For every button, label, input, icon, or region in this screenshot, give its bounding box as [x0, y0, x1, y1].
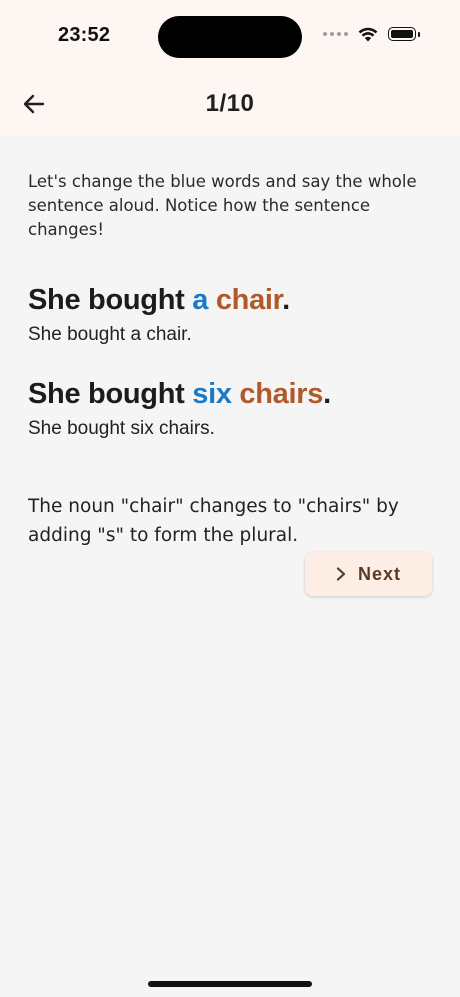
dynamic-island	[158, 16, 302, 58]
sentence-end: .	[323, 378, 331, 410]
battery-icon	[388, 27, 416, 41]
status-bar: 23:52	[0, 0, 460, 72]
sentence-end: .	[282, 284, 290, 316]
sentence-base: She bought	[28, 378, 193, 410]
status-icons	[323, 26, 420, 42]
wifi-icon	[358, 27, 378, 42]
blue-word: six	[192, 378, 232, 410]
example-sentence: She bought six chairs.	[28, 376, 436, 412]
next-button-label: Next	[357, 563, 401, 584]
battery-tip	[418, 31, 420, 37]
sentence-base: She bought	[28, 284, 193, 316]
orange-word: chair	[215, 284, 283, 316]
status-time: 23:52	[58, 24, 111, 46]
header: 1/10	[0, 72, 460, 136]
example-plain-sentence: She bought a chair.	[28, 324, 192, 345]
home-indicator[interactable]	[148, 981, 312, 987]
blue-word: a	[192, 284, 209, 316]
instruction-text: Let's change the blue words and say the …	[28, 172, 417, 239]
word-space	[208, 284, 216, 316]
orange-word: chairs	[239, 378, 324, 410]
example-2: She bought six chairs. She bought six ch…	[28, 376, 436, 442]
next-button[interactable]: Next	[305, 552, 432, 596]
example-plain-sentence: She bought six chairs.	[28, 418, 215, 439]
chevron-right-icon	[336, 567, 346, 581]
example-1: She bought a chair. She bought a chair.	[28, 282, 436, 348]
progress-title: 1/10	[205, 90, 255, 117]
cellular-icon	[323, 32, 348, 36]
lesson-content: Let's change the blue words and say the …	[28, 170, 436, 550]
example-sentence: She bought a chair.	[28, 282, 436, 318]
explanation-text: The noun "chair" changes to "chairs" by …	[28, 496, 399, 546]
